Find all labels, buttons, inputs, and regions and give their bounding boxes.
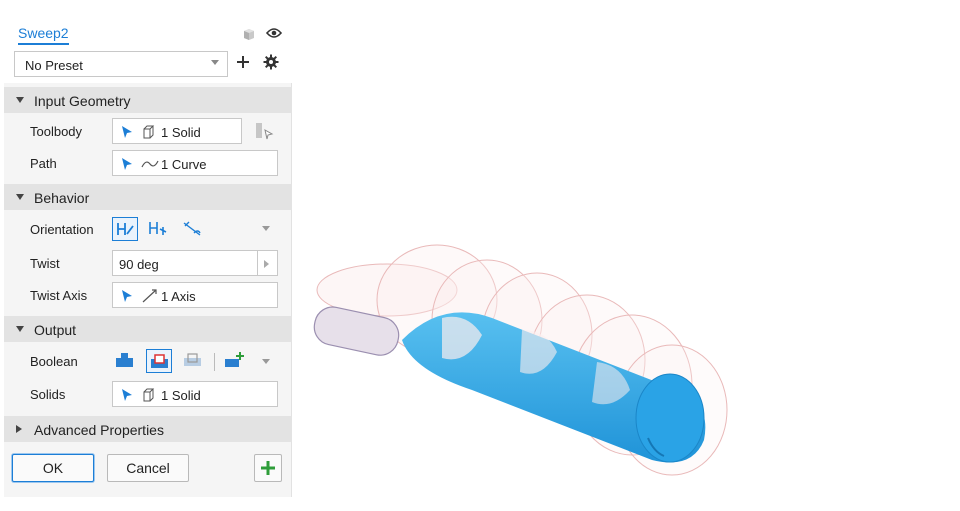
sweep-dialog: Sweep2 No Preset Input Geometry Toolbody… [4, 15, 292, 497]
twist-value: 90 deg [119, 257, 159, 272]
gear-icon[interactable] [263, 54, 279, 70]
row-twist-axis: Twist Axis 1 Axis [4, 279, 292, 311]
select-body-icon[interactable] [254, 122, 274, 140]
section-label: Advanced Properties [34, 422, 164, 438]
new-body-icon [225, 352, 244, 367]
boolean-join-button[interactable] [112, 349, 138, 373]
triangle-down-icon [16, 97, 24, 103]
boolean-label: Boolean [30, 354, 78, 369]
toolbody-value: 1 Solid [161, 125, 201, 140]
orientation-perpendicular-icon [149, 222, 167, 235]
section-input-geometry[interactable]: Input Geometry [4, 87, 292, 113]
divider [214, 353, 215, 371]
row-path: Path 1 Curve [4, 147, 292, 179]
section-output[interactable]: Output [4, 316, 292, 342]
triangle-down-icon [16, 326, 24, 332]
section-label: Input Geometry [34, 93, 131, 109]
select-arrow-icon [122, 158, 132, 170]
chevron-down-icon[interactable] [262, 226, 270, 232]
orientation-parallel-button[interactable] [112, 217, 138, 241]
orientation-guide-icon [183, 221, 201, 236]
toolbody-selector[interactable]: 1 Solid [112, 118, 242, 144]
orientation-label: Orientation [30, 222, 94, 237]
eye-icon[interactable] [266, 27, 282, 39]
twist-axis-value: 1 Axis [161, 289, 196, 304]
path-value: 1 Curve [161, 157, 207, 172]
twist-axis-selector[interactable]: 1 Axis [112, 282, 278, 308]
triangle-right-icon [16, 425, 22, 433]
axis-icon [142, 289, 157, 303]
section-behavior[interactable]: Behavior [4, 184, 292, 210]
select-arrow-icon [122, 290, 132, 302]
curve-icon [141, 160, 159, 168]
add-button[interactable] [254, 454, 282, 482]
path-label: Path [30, 156, 57, 171]
twist-spinner[interactable] [258, 250, 278, 276]
triangle-down-icon [16, 194, 24, 200]
solids-label: Solids [30, 387, 66, 402]
plus-icon [261, 461, 275, 475]
chevron-right-icon [264, 260, 269, 268]
orientation-guide-button[interactable] [180, 217, 206, 241]
boolean-cut-button[interactable] [146, 349, 172, 373]
orientation-parallel-icon [117, 223, 134, 235]
cancel-button[interactable]: Cancel [107, 454, 189, 482]
boolean-join-icon [116, 353, 133, 367]
toolbody-label: Toolbody [30, 124, 83, 139]
select-arrow-icon [122, 389, 132, 401]
twist-axis-label: Twist Axis [30, 288, 88, 303]
section-advanced-properties[interactable]: Advanced Properties [4, 416, 292, 442]
viewport-canvas[interactable] [292, 0, 960, 511]
row-solids: Solids 1 Solid [4, 378, 292, 410]
boolean-intersect-button[interactable] [180, 349, 206, 373]
cube-icon[interactable] [242, 27, 256, 41]
preset-dropdown[interactable]: No Preset [14, 51, 228, 77]
boolean-new-body-button[interactable] [222, 349, 248, 373]
boolean-intersect-icon [184, 353, 201, 366]
ok-button[interactable]: OK [12, 454, 94, 482]
section-label: Output [34, 322, 77, 338]
solid-icon [143, 125, 155, 139]
row-orientation: Orientation [4, 213, 292, 245]
chevron-down-icon[interactable] [262, 359, 270, 365]
select-arrow-icon [122, 126, 132, 138]
twist-input[interactable]: 90 deg [112, 250, 258, 276]
row-twist: Twist 90 deg [4, 247, 292, 279]
twist-label: Twist [30, 256, 60, 271]
row-toolbody: Toolbody 1 Solid [4, 115, 292, 147]
solids-selector[interactable]: 1 Solid [112, 381, 278, 407]
row-boolean: Boolean [4, 345, 292, 377]
dialog-header: Sweep2 [4, 15, 292, 47]
path-selector[interactable]: 1 Curve [112, 150, 278, 176]
plus-icon[interactable] [236, 55, 250, 69]
section-label: Behavior [34, 190, 90, 206]
dialog-title[interactable]: Sweep2 [18, 25, 69, 45]
boolean-cut-icon [151, 354, 168, 368]
solid-icon [143, 388, 155, 402]
orientation-perpendicular-button[interactable] [146, 217, 172, 241]
preset-value: No Preset [25, 58, 83, 73]
preset-row: No Preset [4, 47, 292, 83]
solids-value: 1 Solid [161, 388, 201, 403]
chevron-down-icon [211, 60, 219, 65]
